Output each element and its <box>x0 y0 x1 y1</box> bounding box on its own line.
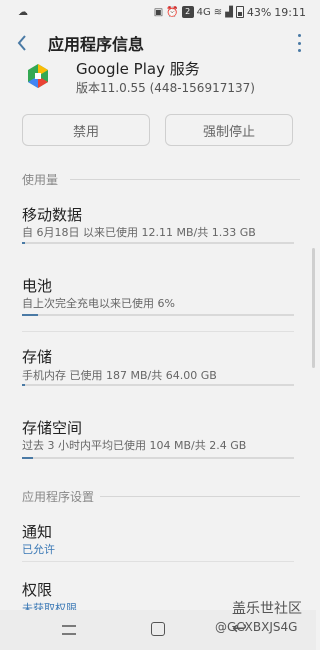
item-title: 存储空间 <box>22 419 83 437</box>
item-subtitle: 过去 3 小时内平均已使用 104 MB/共 2.4 GB <box>22 439 247 452</box>
disable-button[interactable]: 禁用 <box>22 114 150 146</box>
status-bar: ☁ ▣ ⏰ 2 4G ≋ ▟ 43% 19:11 <box>0 0 316 24</box>
settings-section-label: 应用程序设置 <box>22 490 95 504</box>
item-subtitle: 自上次完全充电以来已使用 6% <box>22 297 175 310</box>
usage-progress-bar <box>22 314 294 316</box>
app-version: 版本11.0.55 (448-156917137) <box>76 81 255 95</box>
battery-icon <box>235 6 244 18</box>
watermark-title: 盖乐世社区 <box>232 601 302 617</box>
google-play-services-icon <box>28 64 48 88</box>
item-title: 权限 <box>22 581 53 599</box>
usage-progress-bar <box>22 384 294 386</box>
more-options-icon[interactable] <box>296 34 302 52</box>
usage-section-label: 使用量 <box>22 173 59 187</box>
section-divider <box>70 179 300 180</box>
back-button[interactable] <box>0 24 44 62</box>
usage-progress-fill <box>22 242 25 244</box>
force-stop-button[interactable]: 强制停止 <box>165 114 293 146</box>
scrollbar[interactable] <box>312 248 315 368</box>
image-icon: ▣ <box>153 6 164 18</box>
alarm-icon: ⏰ <box>166 6 179 18</box>
page-title: 应用程序信息 <box>48 35 145 54</box>
recent-apps-icon[interactable] <box>60 622 78 638</box>
status-right: ▣ ⏰ 2 4G ≋ ▟ 43% 19:11 <box>154 6 306 19</box>
usage-progress-fill <box>22 314 39 316</box>
app-name: Google Play 服务 <box>76 60 200 78</box>
item-title: 通知 <box>22 523 53 541</box>
item-title: 存储 <box>22 348 53 366</box>
status-left: ☁ <box>18 7 28 18</box>
app-header: Google Play 服务 版本11.0.55 (448-156917137) <box>0 60 316 100</box>
network-type: 4G <box>196 6 211 18</box>
item-subtitle: 自 6月18日 以来已使用 12.11 MB/共 1.33 GB <box>22 226 256 239</box>
usage-progress-fill <box>22 384 25 386</box>
signal-icon: ▟ <box>225 6 233 18</box>
app-bar: 应用程序信息 <box>0 24 316 62</box>
item-title: 电池 <box>22 277 53 295</box>
section-divider <box>100 496 300 497</box>
usage-progress-bar <box>22 242 294 244</box>
item-subtitle: 已允许 <box>22 543 55 556</box>
clock: 19:11 <box>274 5 306 19</box>
watermark-handle: @GCXBXJS4G <box>215 620 298 634</box>
item-subtitle: 手机内存 已使用 187 MB/共 64.00 GB <box>22 369 217 382</box>
divider <box>22 331 294 332</box>
battery-percent: 43% <box>246 5 272 19</box>
usage-progress-fill <box>22 457 33 459</box>
home-icon[interactable] <box>151 622 165 636</box>
item-title: 移动数据 <box>22 206 83 224</box>
notification-badge: 2 <box>181 6 194 18</box>
cloud-icon: ☁ <box>18 6 28 18</box>
back-arrow-icon <box>17 35 26 51</box>
wifi-icon: ≋ <box>213 6 223 18</box>
divider <box>22 561 294 562</box>
usage-progress-bar <box>22 457 294 459</box>
